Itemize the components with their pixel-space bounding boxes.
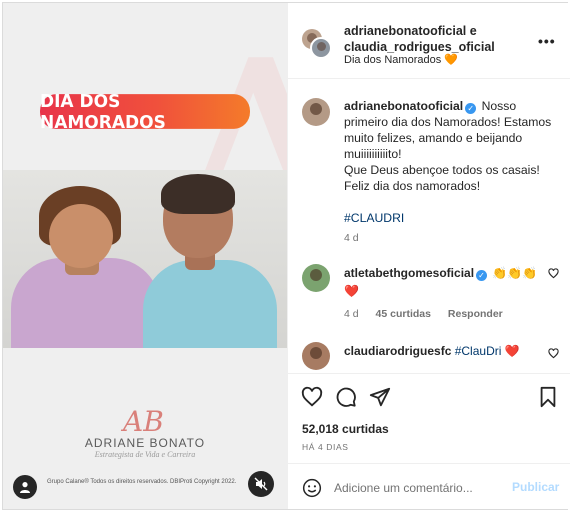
post-caption: adrianebonatooficial ✓ Nosso primeiro dia… <box>344 99 552 225</box>
heart-outline-icon <box>548 348 559 359</box>
avatar[interactable] <box>302 98 330 126</box>
couple-photo <box>3 170 287 348</box>
heart-icon[interactable] <box>301 386 323 408</box>
banner: DIA DOS NAMORADOS <box>40 91 250 133</box>
red-heart-emoji: ❤️ <box>344 284 359 298</box>
publish-button[interactable]: Publicar <box>512 480 559 494</box>
comment-username[interactable]: claudiarodriguesfc <box>344 344 451 358</box>
caption-age[interactable]: 4 d <box>344 232 359 244</box>
emoji-icon[interactable] <box>302 478 322 498</box>
speaker-muted-icon <box>254 477 268 491</box>
post-actions: 52,018 curtidas HÁ 4 DIAS Publicar <box>288 373 570 509</box>
like-comment-button[interactable] <box>548 268 559 282</box>
post-header: adrianebonatooficial e claudia_rodrigues… <box>288 3 570 79</box>
comment: atletabethgomesoficial ✓ 👏👏👏 ❤️ <box>344 266 538 298</box>
copyright-text: Grupo Calane® Todos os direitos reservad… <box>47 479 237 485</box>
brand-name: ADRIANE BONATO <box>84 436 206 450</box>
caption-username[interactable]: adrianebonatooficial <box>344 99 463 113</box>
more-options-button[interactable]: ••• <box>538 33 556 49</box>
red-heart-emoji: ❤️ <box>501 344 520 358</box>
verified-badge-icon: ✓ <box>465 103 477 114</box>
verified-badge-icon: ✓ <box>476 270 488 281</box>
caption-meta: 4 d <box>344 232 373 244</box>
likes-count[interactable]: 52,018 curtidas <box>302 422 389 436</box>
post-authors: adrianebonatooficial e claudia_rodrigues… <box>344 24 495 54</box>
comment-likes[interactable]: 45 curtidas <box>376 308 431 320</box>
mute-button[interactable] <box>248 471 274 497</box>
post-dialog: A DIA DOS NAMORADOS AB ADRIANE BONATO Es… <box>2 2 570 510</box>
heart-outline-icon <box>548 268 559 279</box>
author-link[interactable]: claudia_rodrigues_oficial <box>344 40 495 54</box>
comments-section[interactable]: adrianebonatooficial ✓ Nosso primeiro dia… <box>288 80 570 373</box>
like-comment-button[interactable] <box>548 348 559 362</box>
tagged-users-button[interactable] <box>13 475 37 499</box>
comment-meta: 4 d 45 curtidas Responder <box>344 308 517 320</box>
comment-age[interactable]: 4 d <box>344 308 359 320</box>
hashtag-link[interactable]: #ClauDri <box>451 344 502 358</box>
comment: claudiarodriguesfc #ClauDri ❤️ <box>344 342 544 360</box>
user-icon <box>20 482 30 493</box>
brand-logo: AB <box>123 405 164 438</box>
brand-subtitle: Estrategista de Vida e Carreira <box>94 450 196 459</box>
bookmark-icon[interactable] <box>537 386 559 408</box>
add-comment-bar: Publicar <box>288 463 570 510</box>
share-icon[interactable] <box>369 386 391 408</box>
reply-button[interactable]: Responder <box>448 308 503 320</box>
comment-username[interactable]: atletabethgomesoficial <box>344 266 474 280</box>
avatar[interactable] <box>302 264 330 292</box>
post-location[interactable]: Dia dos Namorados 🧡 <box>344 53 458 66</box>
hashtag-link[interactable]: #CLAUDRI <box>344 211 404 225</box>
comment-icon[interactable] <box>335 386 357 408</box>
person-right <box>143 260 277 348</box>
avatar[interactable] <box>310 37 332 59</box>
post-media[interactable]: A DIA DOS NAMORADOS AB ADRIANE BONATO Es… <box>3 3 287 509</box>
post-sidebar: adrianebonatooficial e claudia_rodrigues… <box>287 3 570 509</box>
post-timestamp[interactable]: HÁ 4 DIAS <box>302 442 349 452</box>
orange-heart-emoji: 🧡 <box>444 54 458 66</box>
author-link[interactable]: adrianebonatooficial <box>344 24 466 38</box>
comment-input[interactable] <box>334 478 504 498</box>
banner-text: DIA DOS NAMORADOS <box>40 90 166 133</box>
avatar[interactable] <box>302 342 330 370</box>
